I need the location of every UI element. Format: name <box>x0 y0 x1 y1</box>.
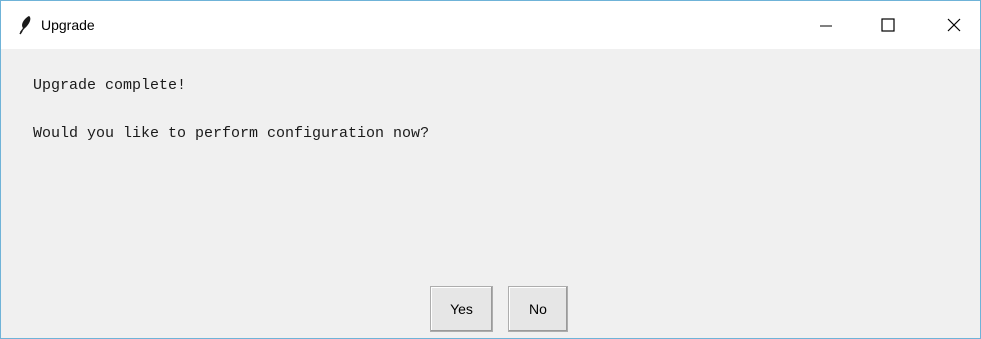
maximize-icon <box>881 18 895 32</box>
message-configuration-prompt: Would you like to perform configuration … <box>33 125 430 142</box>
yes-button[interactable]: Yes <box>430 286 493 332</box>
minimize-icon <box>820 19 832 31</box>
no-button[interactable]: No <box>508 286 568 332</box>
feather-icon <box>17 15 33 35</box>
title-bar[interactable]: Upgrade <box>1 1 980 49</box>
close-button[interactable] <box>931 1 977 49</box>
maximize-button[interactable] <box>865 1 911 49</box>
upgrade-dialog-window: Upgrade Upgrade complete! Would you like… <box>0 0 981 339</box>
minimize-button[interactable] <box>803 1 849 49</box>
window-title: Upgrade <box>41 17 95 33</box>
message-upgrade-complete: Upgrade complete! <box>33 77 187 94</box>
close-icon <box>947 18 961 32</box>
